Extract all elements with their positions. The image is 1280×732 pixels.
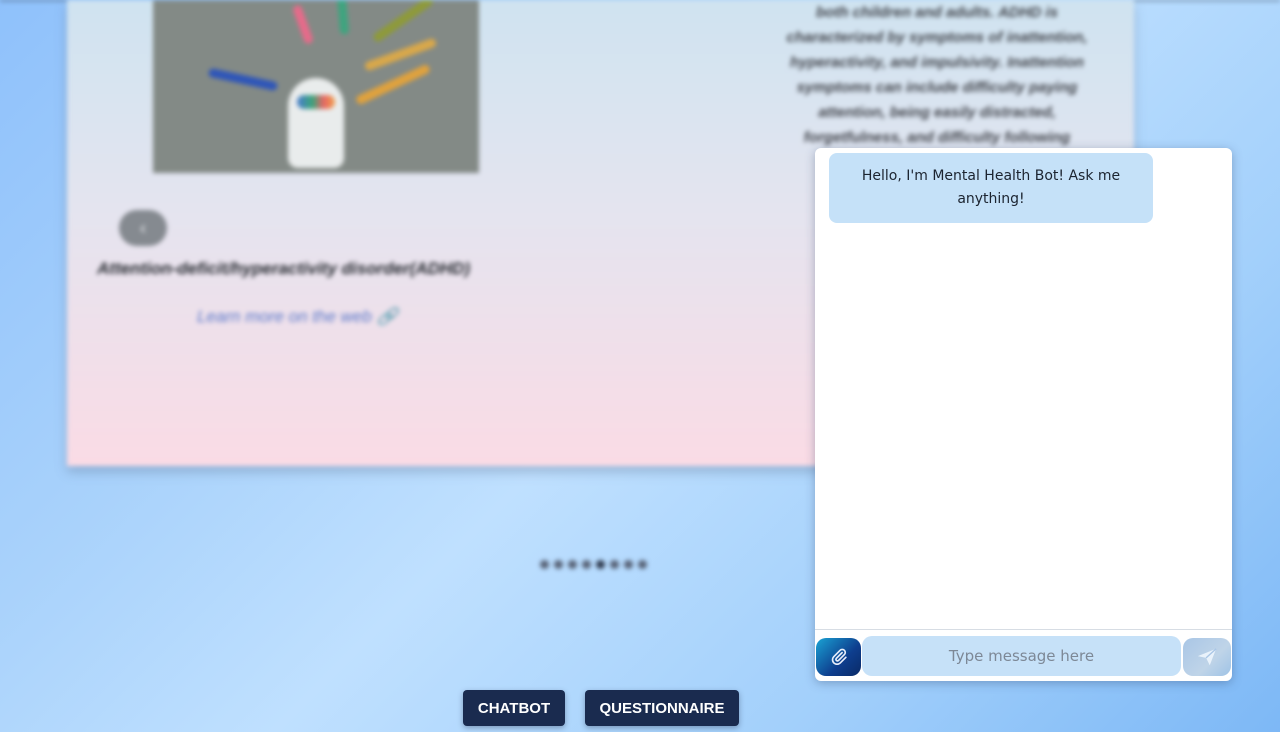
questionnaire-nav-button[interactable]: QUESTIONNAIRE (585, 690, 739, 726)
colorful-brain (297, 95, 335, 109)
send-button[interactable] (1183, 638, 1231, 676)
carousel-dot[interactable] (568, 560, 577, 569)
message-input[interactable] (862, 636, 1181, 676)
card-description: both children and adults. ADHD is charac… (757, 0, 1117, 150)
description-line: characterized by symptoms of inattention… (786, 29, 1088, 46)
description-line: forgetfulness, and difficulty following (803, 129, 1071, 146)
carousel-dot[interactable] (582, 560, 591, 569)
paperclip-icon (831, 648, 847, 666)
chatbot-nav-button[interactable]: CHATBOT (463, 690, 565, 726)
head-silhouette (288, 78, 344, 168)
description-line: symptoms can include difficulty paying (796, 79, 1078, 96)
learn-more-link[interactable]: Learn more on the web 🔗 (197, 307, 398, 327)
paper-plane-icon (1197, 648, 1217, 666)
chat-footer (815, 629, 1232, 681)
description-line: hyperactivity, and impulsivity. Inattent… (790, 54, 1084, 71)
adhd-illustration-image (153, 0, 479, 173)
bot-message-bubble: Hello, I'm Mental Health Bot! Ask me any… (829, 153, 1153, 223)
carousel-dot[interactable] (624, 560, 633, 569)
carousel-dot[interactable] (540, 560, 549, 569)
carousel-dots (540, 560, 647, 569)
carousel-dot[interactable] (638, 560, 647, 569)
chat-widget: Hello, I'm Mental Health Bot! Ask me any… (815, 148, 1232, 681)
card-title: Attention-deficit/hyperactivity disorder… (97, 259, 471, 278)
description-line: attention, being easily distracted, (818, 104, 1056, 121)
carousel-dot[interactable] (554, 560, 563, 569)
attach-button[interactable] (816, 638, 861, 676)
carousel-dot[interactable] (610, 560, 619, 569)
carousel-dot[interactable] (596, 560, 605, 569)
previous-slide-button[interactable]: ‹ (119, 210, 167, 246)
description-line: both children and adults. ADHD is (816, 4, 1058, 21)
